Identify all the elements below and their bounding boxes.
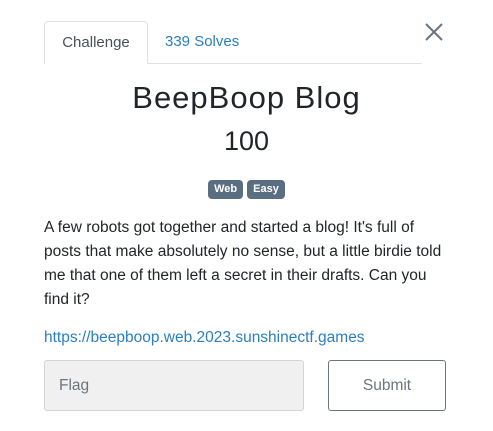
challenge-link[interactable]: https://beepboop.web.2023.sunshinectf.ga…	[44, 329, 365, 347]
tab-solves[interactable]: 339 Solves	[165, 21, 239, 63]
challenge-points: 100	[223, 126, 270, 156]
tag-badge-easy: Easy	[247, 180, 285, 199]
tag-badge-web: Web	[208, 180, 244, 199]
challenge-modal: Challenge 339 Solves BeepBoop Blog 100 W…	[0, 0, 493, 431]
challenge-tabs: Challenge 339 Solves	[44, 21, 422, 64]
flag-input[interactable]	[44, 360, 304, 411]
challenge-title: BeepBoop Blog	[132, 80, 361, 115]
challenge-tags: Web Easy	[0, 180, 493, 199]
close-button[interactable]	[422, 20, 446, 44]
submit-button[interactable]: Submit	[328, 360, 446, 411]
challenge-description: A few robots got together and started a …	[44, 219, 442, 308]
tab-challenge[interactable]: Challenge	[44, 21, 148, 64]
close-icon	[425, 23, 443, 41]
